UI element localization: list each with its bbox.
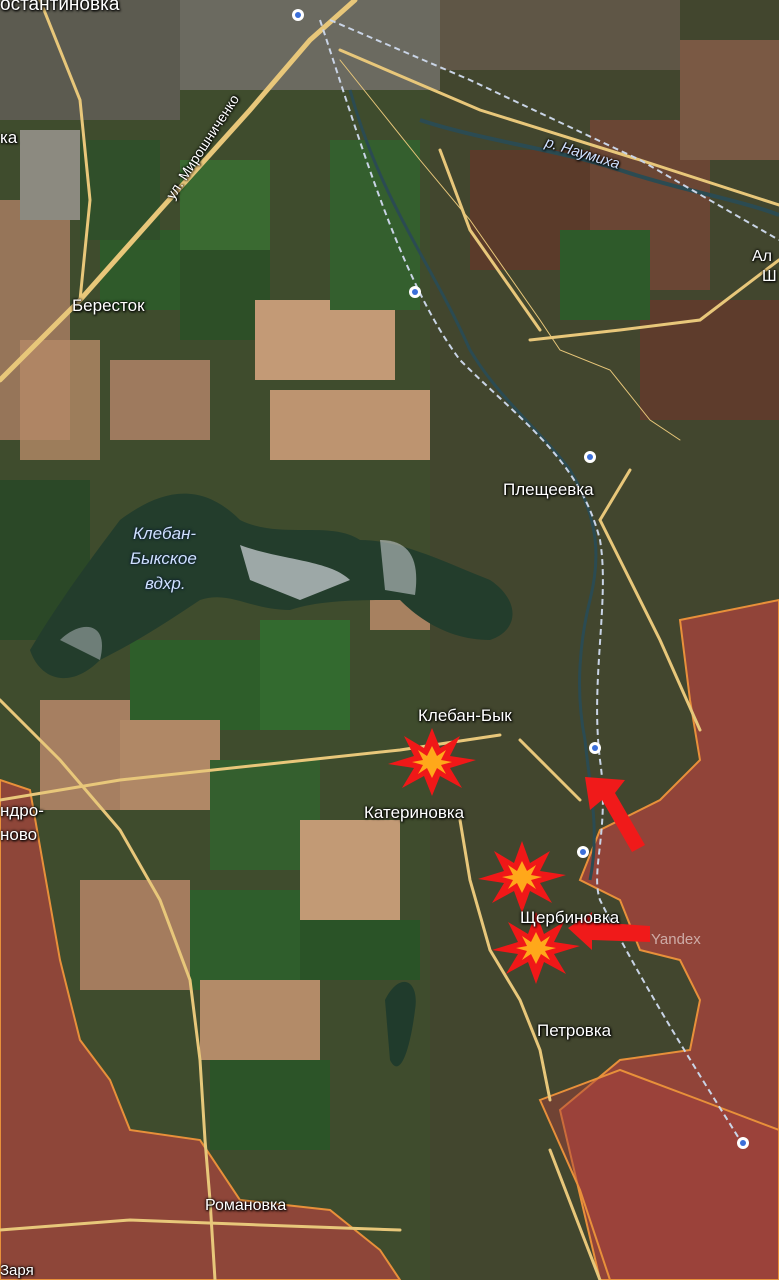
label-kleban-byk: Клебан-Бык — [418, 706, 512, 725]
label-konstantinovka: остантиновка — [0, 0, 120, 15]
label-romanovka: Романовка — [205, 1197, 287, 1214]
yandex-watermark: Yandex — [651, 931, 701, 948]
label-left-edge-fragment: ка — [0, 128, 18, 147]
label-katerinovka: Катериновка — [364, 803, 465, 822]
label-zarya: Заря — [0, 1262, 34, 1279]
map-canvas[interactable] — [0, 0, 779, 1280]
label-right-edge-fragment-2: Ш — [762, 268, 777, 285]
label-right-edge-fragment-1: Ал — [752, 248, 773, 265]
label-petrovka: Петровка — [537, 1021, 612, 1040]
label-aleksandro-kalinovo-2: ново — [0, 825, 38, 844]
label-shcherbinovka: Щербиновка — [520, 908, 620, 927]
label-aleksandro-kalinovo-1: ндро- — [0, 801, 44, 820]
label-berestok: Бересток — [72, 296, 145, 315]
label-reservoir-line2: Быкское — [130, 549, 197, 568]
label-pleshcheevka: Плещеевка — [503, 480, 594, 499]
label-reservoir-line1: Клебан- — [133, 524, 197, 543]
label-reservoir-line3: вдхр. — [145, 574, 186, 593]
